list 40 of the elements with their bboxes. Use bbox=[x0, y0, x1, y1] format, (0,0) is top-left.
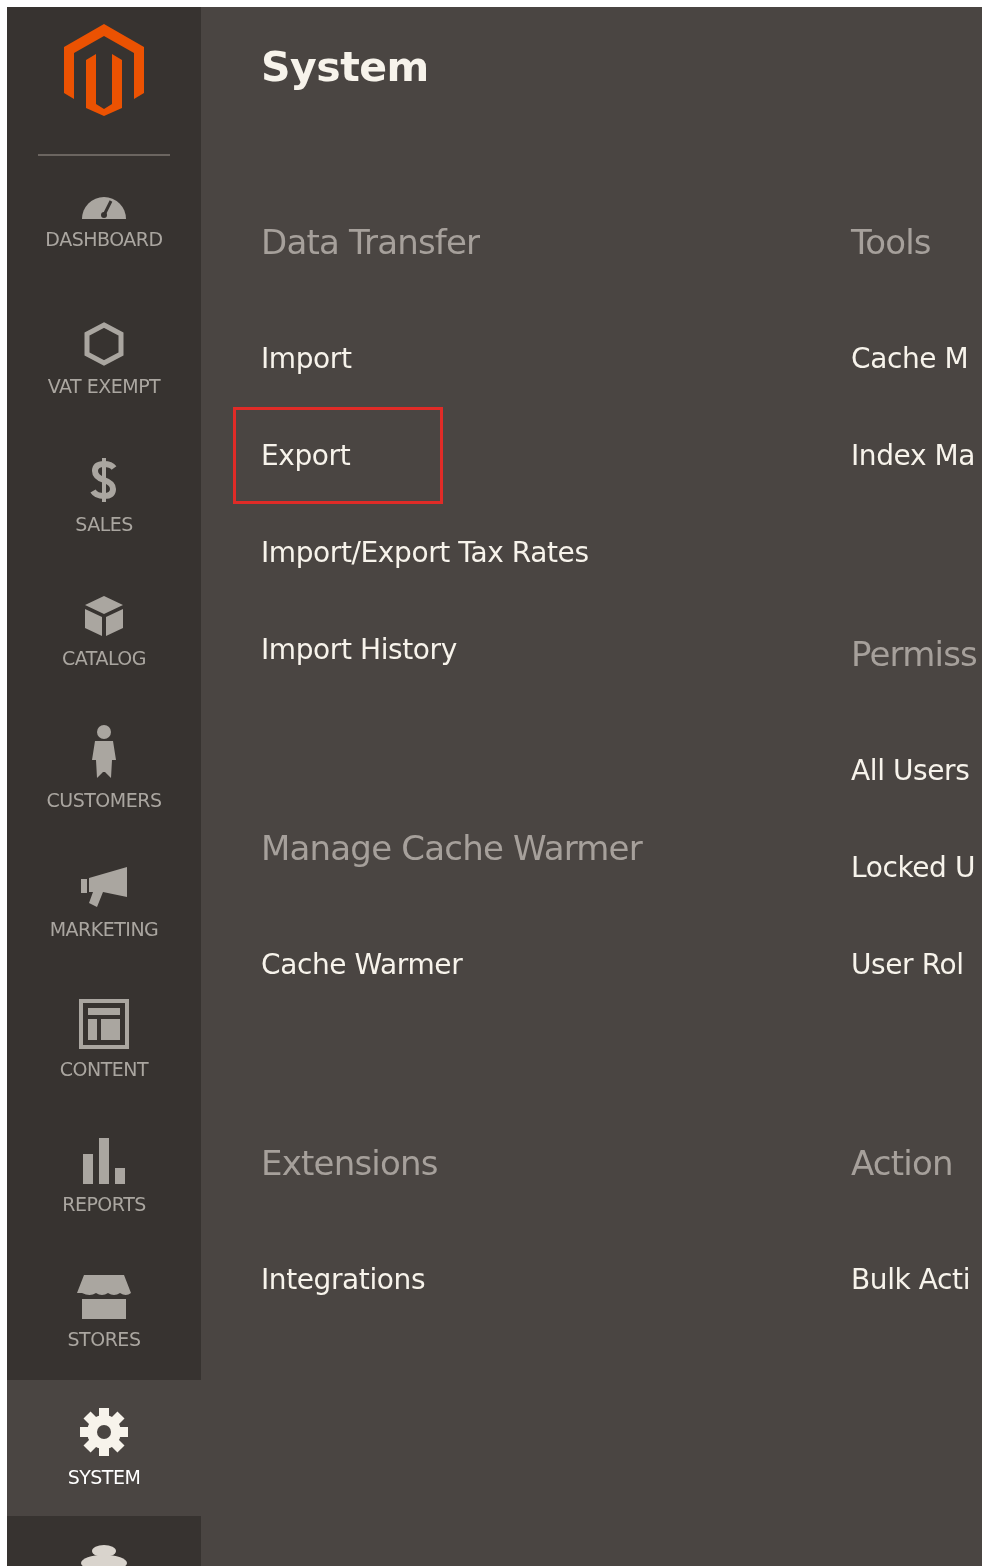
nav-item[interactable]: STORES bbox=[7, 1244, 201, 1380]
megaphone-icon bbox=[79, 867, 129, 909]
nav-item[interactable]: SALES bbox=[7, 428, 201, 564]
hexagon-icon bbox=[84, 322, 124, 366]
dollar-icon bbox=[89, 456, 119, 504]
menu-link[interactable]: Bulk Acti bbox=[823, 1231, 982, 1328]
store-icon bbox=[76, 1273, 132, 1319]
menu-link[interactable]: All Users bbox=[823, 722, 982, 819]
nav-item[interactable]: CONTENT bbox=[7, 972, 201, 1108]
menu-link[interactable]: Locked U bbox=[823, 819, 982, 916]
section-heading: Action bbox=[851, 1142, 953, 1185]
menu-link[interactable]: Import bbox=[233, 310, 379, 407]
section-heading: Extensions bbox=[261, 1142, 438, 1185]
section-heading: Data Transfer bbox=[261, 221, 480, 264]
nav-item[interactable]: VAT EXEMPT bbox=[7, 292, 201, 428]
person-icon bbox=[90, 724, 118, 780]
settings-icon bbox=[79, 1407, 129, 1457]
nav-item[interactable]: REPORTS bbox=[7, 1108, 201, 1244]
menu-link[interactable]: Import History bbox=[233, 601, 484, 698]
menu-link[interactable]: Integrations bbox=[233, 1231, 453, 1328]
section-heading: Tools bbox=[851, 221, 931, 264]
menu-link[interactable]: User Rol bbox=[823, 916, 982, 1013]
menu-link[interactable]: Export bbox=[233, 407, 443, 504]
box-icon bbox=[83, 594, 125, 638]
menu-link[interactable]: Cache Warmer bbox=[233, 916, 490, 1013]
stack-icon[interactable] bbox=[79, 1543, 129, 1566]
menu-link[interactable]: Index Ma bbox=[823, 407, 982, 504]
nav-item[interactable]: CATALOG bbox=[7, 564, 201, 700]
gauge-icon bbox=[82, 197, 126, 219]
nav-item[interactable]: SYSTEM bbox=[7, 1380, 201, 1516]
nav-item[interactable]: CUSTOMERS bbox=[7, 700, 201, 836]
section-heading: Permiss bbox=[851, 633, 977, 676]
section-heading: Manage Cache Warmer bbox=[261, 827, 642, 870]
logo-icon[interactable] bbox=[64, 24, 144, 116]
menu-link[interactable]: Cache M bbox=[823, 310, 982, 407]
nav-item[interactable]: MARKETING bbox=[7, 836, 201, 972]
nav-item[interactable]: DASHBOARD bbox=[7, 156, 201, 292]
bar-chart-icon bbox=[81, 1136, 127, 1184]
layout-icon bbox=[79, 999, 129, 1049]
menu-link[interactable]: Import/Export Tax Rates bbox=[233, 504, 616, 601]
